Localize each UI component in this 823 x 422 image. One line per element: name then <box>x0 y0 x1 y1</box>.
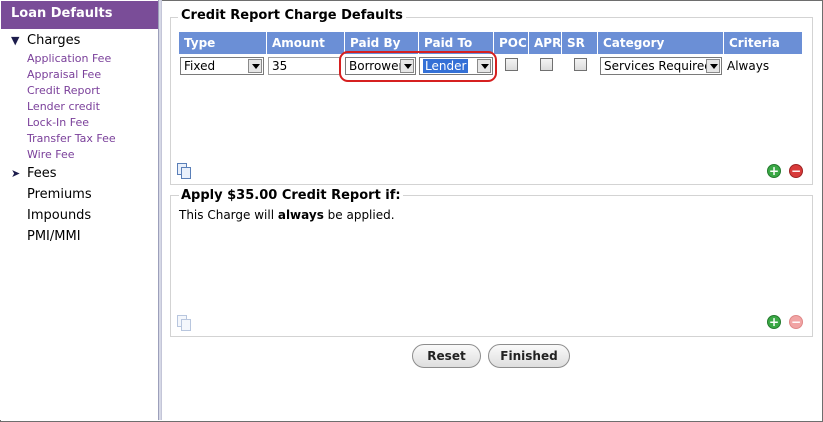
sidebar-group-label: Charges <box>27 33 81 48</box>
sidebar-item-appraisal-fee[interactable]: Appraisal Fee <box>0 67 158 83</box>
amount-input[interactable]: 35 <box>268 57 340 75</box>
finished-button[interactable]: Finished <box>488 344 570 368</box>
add-charge-button[interactable]: + <box>767 164 781 178</box>
sidebar-group-impounds[interactable]: Impounds <box>0 205 158 226</box>
category-select[interactable]: Services Required <box>600 57 722 75</box>
type-select[interactable]: Fixed <box>180 57 264 75</box>
collapsed-arrow-icon[interactable]: ➤ <box>11 163 20 184</box>
column-header-criteria: Criteria <box>724 32 802 54</box>
sidebar-group-pmi-mmi[interactable]: PMI/MMI <box>0 226 158 247</box>
remove-criteria-button: − <box>789 315 803 329</box>
column-header-type: Type <box>179 32 267 54</box>
sidebar-group-premiums[interactable]: Premiums <box>0 184 158 205</box>
remove-charge-button[interactable]: − <box>789 164 803 178</box>
chevron-down-icon[interactable] <box>706 59 720 73</box>
sidebar-item-credit-report[interactable]: Credit Report <box>0 83 158 99</box>
sidebar-splitter[interactable] <box>158 0 162 420</box>
reset-button[interactable]: Reset <box>412 344 481 368</box>
sidebar-group-charges[interactable]: ▼ Charges <box>0 30 158 51</box>
expanded-arrow-icon[interactable]: ▼ <box>11 30 19 51</box>
apply-heading: Apply $35.00 Credit Report if: <box>179 188 403 203</box>
sidebar-group-fees[interactable]: ➤ Fees <box>0 163 158 184</box>
sidebar-group-label: Fees <box>27 166 57 181</box>
sidebar-tree: ▼ Charges Application Fee Appraisal Fee … <box>0 30 158 247</box>
add-criteria-button[interactable]: + <box>767 315 781 329</box>
copy-icon <box>177 315 191 331</box>
type-value: Fixed <box>184 59 216 73</box>
sidebar-item-lock-in-fee[interactable]: Lock-In Fee <box>0 115 158 131</box>
column-header-category: Category <box>598 32 724 54</box>
charge-defaults-title: Credit Report Charge Defaults <box>178 8 406 23</box>
column-header-poc: POC <box>494 32 529 54</box>
sidebar-group-label: Impounds <box>27 208 92 223</box>
apply-text-emphasis: always <box>277 208 324 222</box>
sidebar-item-transfer-tax-fee[interactable]: Transfer Tax Fee <box>0 131 158 147</box>
apply-text-suffix: be applied. <box>323 208 395 222</box>
copy-icon[interactable] <box>177 163 191 179</box>
sidebar-title: Loan Defaults <box>1 1 158 29</box>
apr-checkbox[interactable] <box>540 58 553 71</box>
sidebar-group-label: Premiums <box>27 187 92 202</box>
paid-fields-highlight <box>339 51 497 82</box>
sidebar-item-application-fee[interactable]: Application Fee <box>0 51 158 67</box>
poc-checkbox[interactable] <box>505 58 518 71</box>
apply-text-prefix: This Charge will <box>179 208 278 222</box>
sr-checkbox[interactable] <box>574 58 587 71</box>
apply-description: This Charge will always be applied. <box>179 208 395 222</box>
sidebar-item-wire-fee[interactable]: Wire Fee <box>0 147 158 163</box>
column-header-amount: Amount <box>267 32 345 54</box>
column-header-apr: APR <box>529 32 562 54</box>
criteria-value: Always <box>727 59 770 73</box>
sidebar: Loan Defaults ▼ Charges Application Fee … <box>0 0 158 420</box>
chevron-down-icon[interactable] <box>248 59 262 73</box>
category-value: Services Required <box>604 59 712 73</box>
column-header-sr: SR <box>562 32 598 54</box>
sidebar-group-label: PMI/MMI <box>27 229 81 244</box>
sidebar-item-lender-credit[interactable]: Lender credit <box>0 99 158 115</box>
